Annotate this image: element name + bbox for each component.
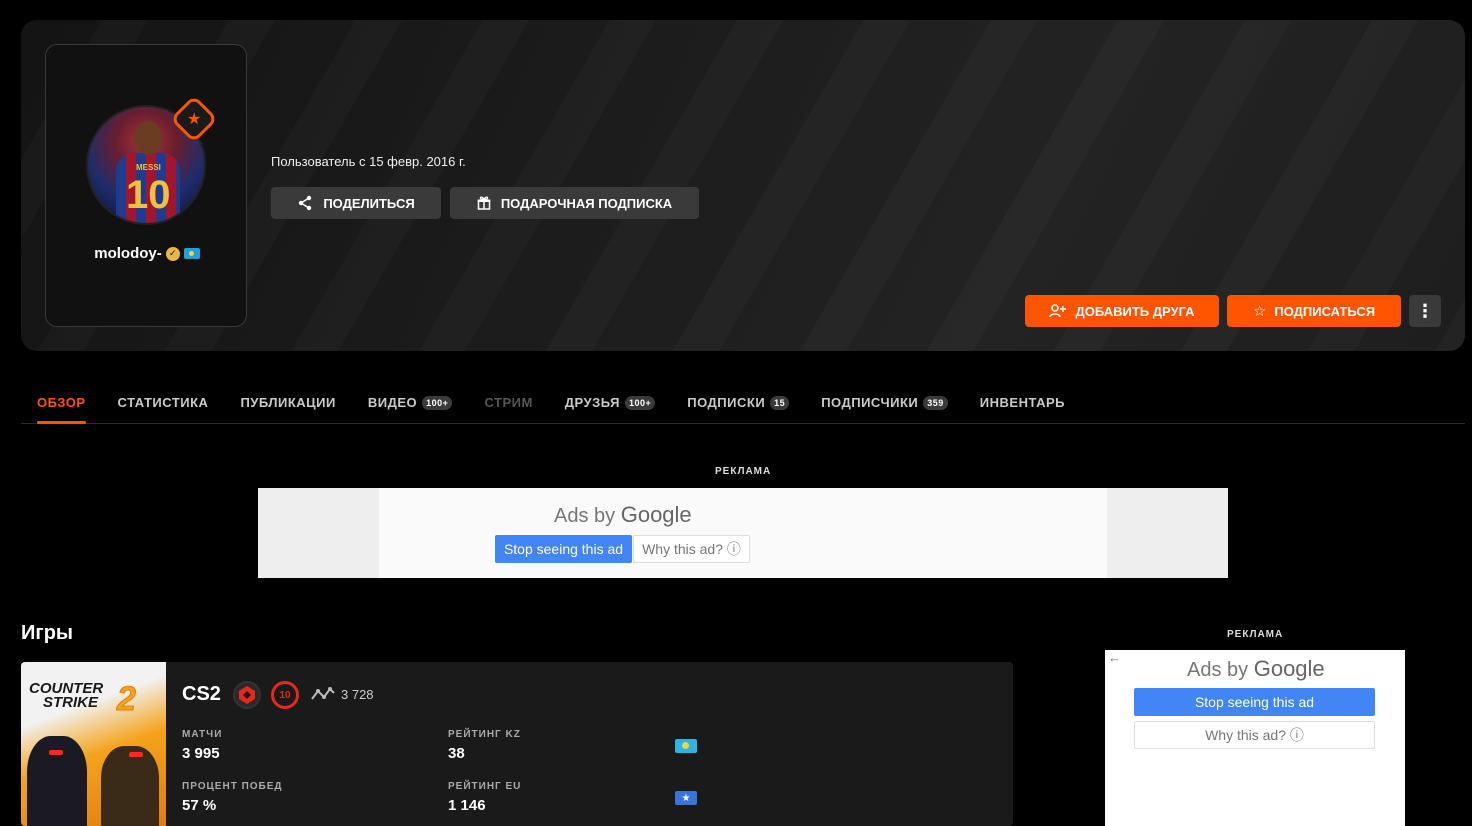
tab-label: ДРУЗЬЯ xyxy=(564,395,620,410)
ad-banner-inner: Ads by Google Stop seeing this ad Why th… xyxy=(379,488,1107,578)
tab-0[interactable]: ОБЗОР xyxy=(21,383,102,424)
stop-seeing-ad-button-side[interactable]: Stop seeing this ad xyxy=(1134,688,1375,716)
ad-side: ← Ads by Google Stop seeing this ad Why … xyxy=(1105,650,1405,826)
gift-subscription-button[interactable]: ПОДАРОЧНАЯ ПОДПИСКА xyxy=(450,187,699,219)
avatar-shirt-number: 10 xyxy=(126,173,171,217)
ad-banner-top: Ads by Google Stop seeing this ad Why th… xyxy=(258,488,1228,578)
verified-icon: ✓ xyxy=(165,246,180,261)
kz-flag-icon xyxy=(183,248,200,259)
gift-icon xyxy=(477,196,491,210)
game-card-cs2[interactable]: COUNTER STRIKE 2 CS2 10 3 728 МАТЧИ 3 99… xyxy=(21,662,1013,826)
google-text-side: Google xyxy=(1253,656,1325,681)
soldier-eye-right xyxy=(129,752,143,757)
profile-tabs: ОБЗОР СТАТИСТИКА ПУБЛИКАЦИИ ВИДЕО 100+ СТРИМ Д… xyxy=(21,383,1465,424)
tab-label: ИНВЕНТАРЬ xyxy=(979,395,1065,410)
share-button[interactable]: ПОДЕЛИТЬСЯ xyxy=(271,187,441,219)
games-title: Игры xyxy=(21,622,74,644)
tab-label: ОБЗОР xyxy=(37,395,86,410)
tab-7[interactable]: ПОДПИСЧИКИ 359 xyxy=(805,383,964,424)
why-this-ad-button-side[interactable]: Why this ad? ⓘ xyxy=(1134,721,1375,749)
rating-kz-value: 38 xyxy=(448,745,465,762)
avatar-head xyxy=(134,121,162,155)
ads-by-text: Ads by xyxy=(554,505,616,527)
ads-by-google-side: Ads by Google xyxy=(1187,656,1325,682)
username: molodoy- xyxy=(94,245,162,262)
avatar-shirt-name: MESSI xyxy=(136,163,161,172)
ads-by-google: Ads by Google xyxy=(554,502,692,528)
tab-label: ВИДЕО xyxy=(367,395,418,410)
tab-count-badge: 15 xyxy=(770,396,790,410)
follow-button[interactable]: ☆ ПОДПИСАТЬСЯ xyxy=(1227,295,1401,327)
tab-5[interactable]: ДРУЗЬЯ 100+ xyxy=(549,383,671,424)
rating-kz-label: РЕЙТИНГ KZ xyxy=(448,729,521,740)
game-name: CS2 xyxy=(182,683,221,705)
rating-eu-label: РЕЙТИНГ EU xyxy=(448,781,522,792)
star-icon: ☆ xyxy=(1252,303,1267,320)
username-row: molodoy- ✓ xyxy=(46,245,248,262)
cs2-logo-text: COUNTER STRIKE xyxy=(29,681,103,711)
cs2-logo-number: 2 xyxy=(117,680,137,719)
tab-2[interactable]: ПУБЛИКАЦИИ xyxy=(224,383,351,424)
tab-8[interactable]: ИНВЕНТАРЬ xyxy=(964,383,1081,424)
vertical-dots-icon: ⋮ xyxy=(1416,300,1434,321)
follow-label: ПОДПИСАТЬСЯ xyxy=(1274,303,1376,319)
ads-by-text-side: Ads by xyxy=(1187,659,1249,681)
tab-count-badge: 100+ xyxy=(624,396,656,410)
stop-seeing-ad-button[interactable]: Stop seeing this ad xyxy=(495,535,632,563)
tab-label: ПОДПИСКИ xyxy=(687,395,766,410)
tab-label: СТАТИСТИКА xyxy=(117,395,209,410)
tab-label: ПУБЛИКАЦИИ xyxy=(240,395,336,410)
profile-header: MESSI 10 ★ molodoy- ✓ Пользователь с 15 … xyxy=(21,20,1465,351)
soldier-eye-left xyxy=(49,750,63,755)
google-text: Google xyxy=(620,502,692,527)
ad-label-top: РЕКЛАМА xyxy=(715,466,772,477)
avatar-card: MESSI 10 ★ molodoy- ✓ xyxy=(45,44,247,327)
matches-label: МАТЧИ xyxy=(182,729,223,740)
member-since: Пользователь с 15 февр. 2016 г. xyxy=(271,154,466,169)
share-icon xyxy=(299,195,312,211)
tab-label: ПОДПИСЧИКИ xyxy=(821,395,919,410)
add-friend-label: ДОБАВИТЬ ДРУГА xyxy=(1075,303,1195,319)
cs2-logo-line2: STRIKE xyxy=(43,694,99,711)
more-options-button[interactable]: ⋮ xyxy=(1409,295,1441,327)
tab-count-badge: 100+ xyxy=(422,396,453,410)
add-friend-button[interactable]: ДОБАВИТЬ ДРУГА xyxy=(1025,295,1219,327)
gift-label: ПОДАРОЧНАЯ ПОДПИСКА xyxy=(500,195,673,211)
tab-6[interactable]: ПОДПИСКИ 15 xyxy=(671,383,805,424)
elo-graph-icon xyxy=(311,687,335,700)
elo-value: 3 728 xyxy=(341,687,374,702)
why-this-ad-button[interactable]: Why this ad? ⓘ xyxy=(633,535,750,563)
rating-eu-value: 1 146 xyxy=(448,797,486,814)
add-user-icon xyxy=(1049,304,1067,318)
eu-flag-icon: ★ xyxy=(675,791,697,805)
winrate-value: 57 % xyxy=(182,797,217,814)
tab-count-badge: 359 xyxy=(923,396,948,410)
tab-label: СТРИМ xyxy=(484,395,533,410)
back-arrow-icon[interactable]: ← xyxy=(1108,650,1121,665)
share-label: ПОДЕЛИТЬСЯ xyxy=(323,195,415,211)
winrate-label: ПРОЦЕНТ ПОБЕД xyxy=(182,781,283,792)
faceit-level-icon: 10 xyxy=(271,681,299,709)
premier-rank-icon xyxy=(233,681,261,709)
soldier-right xyxy=(101,746,159,826)
cs2-cover-art: COUNTER STRIKE 2 xyxy=(21,662,166,826)
kz-flag-icon-rating xyxy=(675,739,697,753)
ad-label-side: РЕКЛАМА xyxy=(1227,629,1284,640)
tab-4: СТРИМ xyxy=(468,383,548,424)
tab-1[interactable]: СТАТИСТИКА xyxy=(102,383,225,424)
matches-value: 3 995 xyxy=(182,745,220,762)
tab-3[interactable]: ВИДЕО 100+ xyxy=(352,383,469,424)
